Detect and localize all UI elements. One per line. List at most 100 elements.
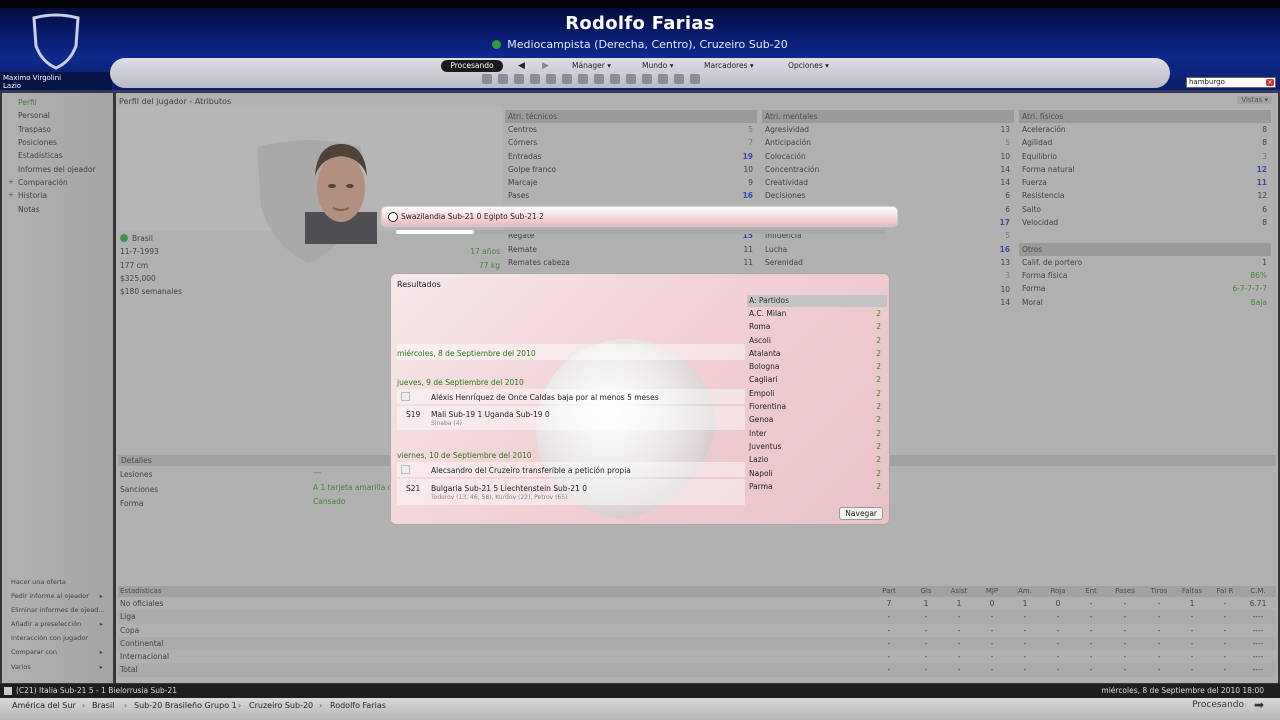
team-name: Empoli	[749, 388, 775, 398]
processing-label: Procesando	[1192, 700, 1244, 710]
standings-row[interactable]: Bologna 2	[747, 360, 887, 373]
squad-icon[interactable]	[514, 74, 524, 84]
matches-played: 2	[876, 428, 881, 438]
back-button[interactable]: ◀	[518, 60, 525, 72]
team-name: Cagliari	[749, 375, 778, 385]
status-checkbox[interactable]	[4, 687, 12, 695]
home-icon[interactable]	[482, 74, 492, 84]
results-dialog: Resultados miércoles, 8 de Septiembre de…	[390, 273, 890, 525]
current-date: miércoles, 8 de Septiembre del 2010 18:0…	[1101, 686, 1264, 695]
team-name: Roma	[749, 322, 771, 332]
news-icon	[401, 465, 410, 474]
team-name: Bologna	[749, 362, 780, 372]
news-icon[interactable]	[658, 74, 668, 84]
manager-box[interactable]: Maximo Virgolini Lazio	[0, 72, 112, 92]
match-result[interactable]: S19 Mali Sub-19 1 Uganda Sub-19 0 Sinaba…	[397, 407, 745, 429]
standings-row[interactable]: Lazio 2	[747, 453, 887, 466]
standings-row[interactable]: Genoa 2	[747, 413, 887, 426]
match-scorers: Todorov (13, 46, 58), Kurdov (22), Petro…	[431, 494, 568, 501]
standings-row[interactable]: Atalanta 2	[747, 347, 887, 360]
team-name: A.C. Milan	[749, 309, 787, 318]
scouting-icon[interactable]	[578, 74, 588, 84]
toast-progress-bar	[396, 230, 886, 234]
matches-played: 2	[876, 322, 881, 332]
football-icon	[388, 212, 398, 222]
manager-club: Lazio	[3, 82, 22, 90]
team-name: Ascoli	[749, 335, 771, 345]
matches-played: 2	[876, 415, 881, 425]
forward-button[interactable]: ▶	[542, 60, 549, 72]
stats-icon[interactable]	[674, 74, 684, 84]
toast-progress-fill	[396, 230, 475, 234]
latest-result[interactable]: (C21) Italia Sub-21 5 - 1 Bielorrusia Su…	[16, 684, 177, 698]
staff-icon[interactable]	[626, 74, 636, 84]
standings-row[interactable]: Napoli 2	[747, 467, 887, 480]
matches-played: 2	[876, 468, 881, 478]
breadcrumb-item[interactable]: Rodolfo Farias	[330, 699, 386, 713]
manager-name: Maximo Virgolini	[3, 74, 62, 82]
standings-table: A: Partidos A.C. Milan 2 Roma 2 Ascoli 2 Atala…	[747, 295, 887, 493]
matches-played: 2	[876, 388, 881, 398]
standings-row[interactable]: Parma 2	[747, 480, 887, 493]
team-name: Napoli	[749, 468, 773, 478]
standings-row[interactable]: Inter 2	[747, 427, 887, 440]
team-name: Lazio	[749, 455, 769, 465]
clear-search-button[interactable]: ×	[1266, 79, 1274, 86]
standings-body: A.C. Milan 2 Roma 2 Ascoli 2 Atalanta 2 Bologna 2…	[747, 307, 887, 493]
matches-played: 2	[876, 309, 881, 318]
team-name: Atalanta	[749, 348, 781, 358]
options-menu[interactable]: Opciones ▾	[788, 60, 829, 72]
breadcrumb-item[interactable]: América del Sur	[12, 699, 76, 713]
calendar-icon[interactable]	[530, 74, 540, 84]
standings-row[interactable]: Juventus 2	[747, 440, 887, 453]
nation-flag-icon	[492, 40, 502, 49]
competitions-icon[interactable]	[690, 74, 700, 84]
player-subtitle: Mediocampista (Derecha, Centro), Cruzeir…	[0, 38, 1280, 51]
breadcrumb: América del Sur › Brasil › Sub-20 Brasil…	[0, 698, 1280, 720]
match-result[interactable]: S21 Bulgaria Sub-21 5 Liechtenstein Sub-…	[397, 481, 745, 503]
team-name: Juventus	[749, 441, 782, 451]
tactics-icon[interactable]	[546, 74, 556, 84]
news-event[interactable]: Alecsandro del Cruzeiro transferible a p…	[397, 464, 745, 476]
breadcrumb-item[interactable]: Brasil	[92, 699, 114, 713]
standings-row[interactable]: Fiorentina 2	[747, 400, 887, 413]
standings-row[interactable]: Cagliari 2	[747, 373, 887, 386]
match-score: Mali Sub-19 1 Uganda Sub-19 0	[431, 410, 550, 419]
player-position-club: Mediocampista (Derecha, Centro), Cruzeir…	[507, 38, 788, 51]
team-name: Inter	[749, 428, 767, 438]
bookmarks-menu[interactable]: Marcadores ▾	[704, 60, 754, 72]
standings-row[interactable]: Ascoli 2	[747, 334, 887, 347]
breadcrumb-separator: ›	[319, 701, 323, 710]
training-icon[interactable]	[562, 74, 572, 84]
top-strip	[0, 0, 1280, 8]
binoculars-icon[interactable]	[642, 74, 652, 84]
news-event[interactable]: Aléxis Henríquez de Once Caldas baja por…	[397, 391, 745, 403]
team-name: Parma	[749, 481, 773, 491]
finances-icon[interactable]	[610, 74, 620, 84]
standings-row[interactable]: A.C. Milan 2	[747, 307, 887, 320]
status-bar: (C21) Italia Sub-21 5 - 1 Bielorrusia Su…	[0, 684, 1280, 698]
toast-text: Swazilandia Sub-21 0 Egipto Sub-21 2	[401, 212, 544, 221]
breadcrumb-separator: ›	[124, 701, 128, 710]
dialog-title: Resultados	[397, 280, 441, 289]
search-input[interactable]: hamburgo ×	[1186, 77, 1276, 88]
navigate-button[interactable]: Navegar	[839, 507, 883, 520]
match-scorers: Sinaba (4)	[431, 420, 462, 427]
continue-arrow-icon[interactable]: ➡	[1254, 698, 1264, 712]
breadcrumb-item[interactable]: Cruzeiro Sub-20	[249, 699, 313, 713]
standings-header[interactable]: A: Partidos	[747, 295, 887, 307]
day-heading: viernes, 10 de Septiembre del 2010	[397, 451, 532, 460]
matches-played: 2	[876, 348, 881, 358]
manager-menu[interactable]: Mánager ▾	[572, 60, 611, 72]
inbox-icon[interactable]	[498, 74, 508, 84]
breadcrumb-item[interactable]: Sub-20 Brasileño Grupo 1	[134, 699, 237, 713]
world-menu[interactable]: Mundo ▾	[642, 60, 673, 72]
processing-button[interactable]: Procesando	[441, 60, 503, 72]
standings-row[interactable]: Roma 2	[747, 320, 887, 333]
matches-played: 2	[876, 402, 881, 412]
match-result-toast[interactable]: Swazilandia Sub-21 0 Egipto Sub-21 2	[381, 206, 898, 227]
matches-played: 2	[876, 441, 881, 451]
transfers-icon[interactable]	[594, 74, 604, 84]
search-value: hamburgo	[1189, 78, 1225, 86]
standings-row[interactable]: Empoli 2	[747, 387, 887, 400]
